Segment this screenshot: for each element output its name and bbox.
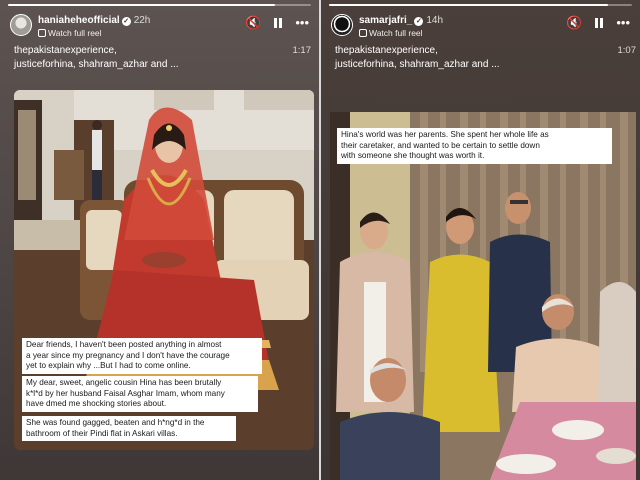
caption-block-2: My dear, sweet, angelic cousin Hina has … — [22, 376, 258, 412]
speaker-muted-icon[interactable]: 🔇 — [245, 16, 261, 30]
caption-block-right: Hina's world was her parents. She spent … — [337, 128, 612, 164]
watch-full-reel-link[interactable]: Watch full reel — [359, 28, 423, 38]
verified-badge-icon: ✓ — [121, 17, 131, 26]
reel-duration: 1:17 — [292, 45, 312, 56]
more-options-icon[interactable]: ••• — [295, 16, 309, 30]
story-header: haniaheheofficial ✓ 22h Watch full reel 🔇 … — [10, 12, 313, 42]
avatar[interactable] — [10, 14, 32, 36]
caption-block-1: Dear friends, I haven't been posted anyt… — [22, 338, 262, 374]
avatar[interactable] — [331, 14, 353, 36]
tagged-accounts[interactable]: thepakistanexperience, justiceforhina, s… — [14, 44, 254, 72]
tagged-accounts[interactable]: thepakistanexperience, justiceforhina, s… — [335, 44, 575, 72]
watch-full-reel-label: Watch full reel — [369, 28, 423, 38]
username-row[interactable]: haniaheheofficial ✓ 22h — [38, 15, 150, 26]
username[interactable]: haniaheheofficial — [38, 15, 120, 26]
reel-icon — [359, 29, 367, 37]
more-options-icon[interactable]: ••• — [616, 16, 630, 30]
caption-line: a year since my pregnancy and I don't ha… — [26, 350, 230, 360]
family-photo-illustration — [330, 112, 636, 480]
caption-line: yet to explain why ...But I had to come … — [26, 361, 191, 370]
panel-divider — [319, 0, 321, 480]
tags-line-1: thepakistanexperience, — [335, 45, 438, 56]
verified-badge-icon: ✓ — [414, 17, 424, 26]
watch-full-reel-label: Watch full reel — [48, 28, 102, 38]
caption-line: Hina's world was her parents. She spent … — [341, 130, 549, 139]
post-time: 22h — [133, 15, 151, 26]
story-progress-bar — [8, 4, 311, 6]
caption-line: their caretaker, and wanted to be certai… — [341, 140, 540, 150]
caption-line: with someone she thought was worth it. — [341, 151, 485, 160]
post-time: 14h — [426, 15, 444, 26]
speaker-muted-icon[interactable]: 🔇 — [566, 16, 582, 30]
story-progress-bar — [329, 4, 632, 6]
tags-line-2: justiceforhina, shahram_azhar and ... — [14, 59, 179, 70]
caption-line: Dear friends, I haven't been posted anyt… — [26, 340, 222, 349]
caption-line: k*l*d by her husband Faisal Asghar Imam,… — [26, 388, 225, 398]
caption-line: My dear, sweet, angelic cousin Hina has … — [26, 378, 222, 387]
pause-icon[interactable] — [274, 18, 283, 28]
caption-block-3: She was found gagged, beaten and h*ng*d … — [22, 416, 236, 441]
caption-line: She was found gagged, beaten and h*ng*d … — [26, 418, 205, 427]
watch-full-reel-link[interactable]: Watch full reel — [38, 28, 102, 38]
caption-line: have dmed me shocking stories about. — [26, 399, 167, 408]
reel-duration: 1:07 — [617, 45, 637, 56]
reel-icon — [38, 29, 46, 37]
story-controls: 🔇 ••• — [245, 16, 309, 30]
tags-line-1: thepakistanexperience, — [14, 45, 117, 56]
story-progress-fill — [8, 4, 275, 6]
pause-icon[interactable] — [595, 18, 604, 28]
username-row[interactable]: samarjafri_ ✓ 14h — [359, 15, 443, 26]
story-controls: 🔇 ••• — [566, 16, 630, 30]
tags-line-2: justiceforhina, shahram_azhar and ... — [335, 59, 500, 70]
username[interactable]: samarjafri_ — [359, 15, 412, 26]
caption-line: bathroom of their Pindi flat in Askari v… — [26, 428, 178, 438]
story-photo-family — [330, 112, 636, 480]
story-progress-fill — [329, 4, 608, 6]
story-header: samarjafri_ ✓ 14h Watch full reel 🔇 ••• — [331, 12, 634, 42]
